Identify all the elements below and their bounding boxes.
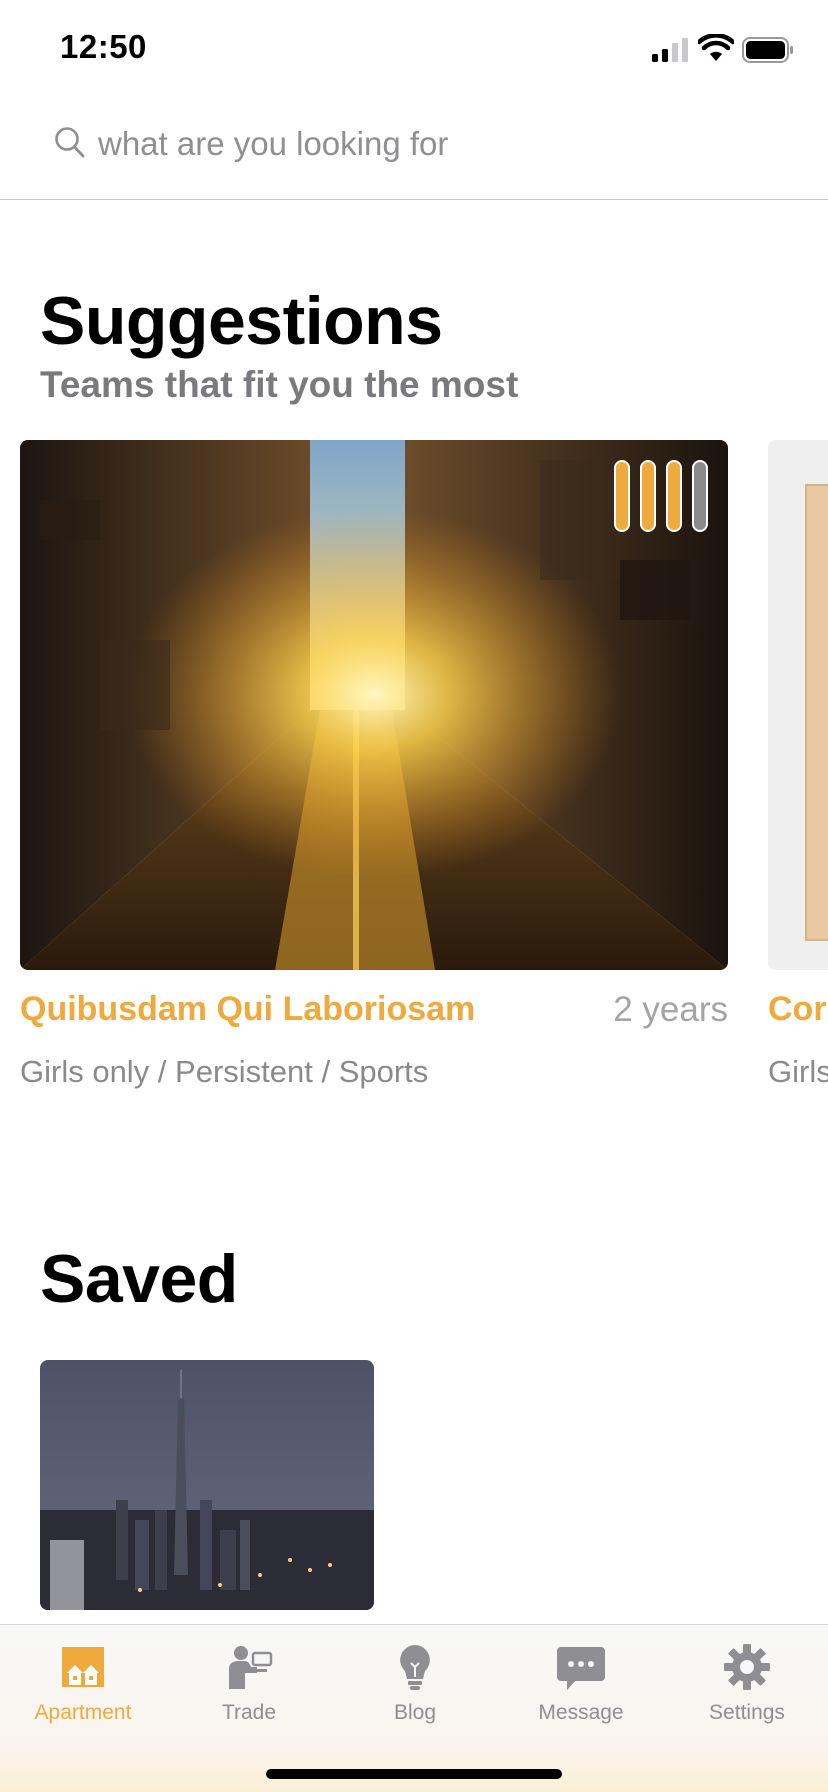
status-bar: 12:50 — [0, 0, 828, 100]
rating-indicator — [614, 460, 710, 532]
apartment-icon — [62, 1647, 104, 1687]
suggestion-card-duration: 2 years — [613, 990, 728, 1029]
rating-bar-filled — [666, 460, 682, 532]
suggestions-heading: Suggestions — [40, 283, 443, 359]
lightbulb-icon — [400, 1645, 430, 1690]
tab-blog[interactable]: Blog — [332, 1625, 498, 1737]
status-time: 12:50 — [60, 28, 147, 65]
tab-blog-label: Blog — [393, 1701, 437, 1724]
tab-message-label: Message — [538, 1701, 624, 1724]
marble-photo — [768, 440, 828, 970]
wifi-icon — [698, 34, 734, 61]
cellular-signal-icon — [652, 38, 688, 62]
rating-bar-empty — [692, 460, 708, 532]
tab-trade[interactable]: Trade — [166, 1625, 332, 1737]
saved-heading: Saved — [40, 1241, 238, 1317]
suggestion-card-tags: Girls only / Persistent / Sports — [20, 1054, 429, 1089]
tab-trade-label: Trade — [221, 1701, 277, 1724]
search-bar — [0, 100, 828, 200]
tab-apartment-label: Apartment — [34, 1701, 132, 1724]
battery-icon — [742, 37, 793, 63]
gear-icon — [724, 1644, 770, 1690]
rating-bar-filled — [640, 460, 656, 532]
suggestion-card-title[interactable]: Quibusdam Qui Laboriosam — [20, 990, 475, 1029]
tab-settings[interactable]: Settings — [664, 1625, 828, 1737]
tab-bar: Apartment Trade Blog Message Settings — [0, 1624, 828, 1792]
saved-item-image[interactable] — [40, 1360, 374, 1610]
home-indicator[interactable] — [266, 1769, 562, 1779]
next-suggestion-card-title[interactable]: Cor — [768, 990, 827, 1029]
tab-settings-label: Settings — [709, 1701, 785, 1724]
search-icon — [55, 127, 85, 158]
message-icon — [557, 1647, 605, 1690]
suggestions-subtitle: Teams that fit you the most — [40, 364, 519, 405]
search-input[interactable] — [98, 114, 778, 174]
tab-message[interactable]: Message — [498, 1625, 664, 1737]
city-skyline-photo — [40, 1360, 374, 1610]
trade-icon — [229, 1646, 273, 1689]
next-suggestion-card-tags: Girls — [768, 1054, 828, 1089]
next-suggestion-card-image[interactable] — [768, 440, 828, 970]
rating-bar-filled — [614, 460, 630, 532]
tab-apartment[interactable]: Apartment — [0, 1625, 166, 1737]
